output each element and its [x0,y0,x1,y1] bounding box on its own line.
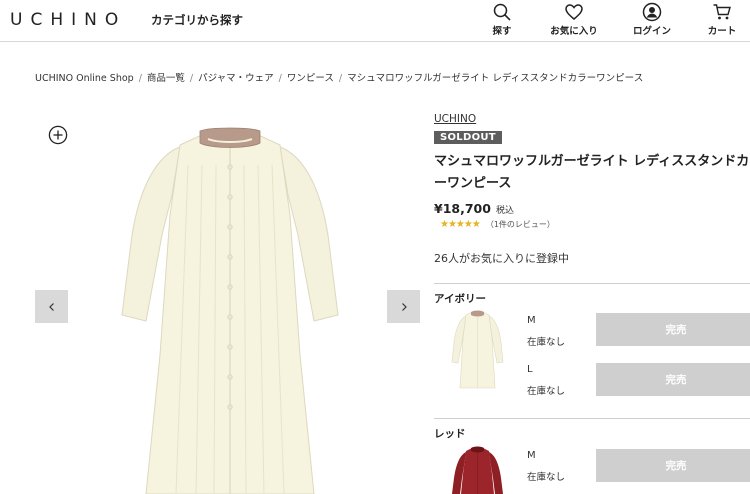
product-price: ¥18,700 [434,201,491,216]
color-name-red: レッド [434,428,466,440]
divider [434,283,750,284]
product-title: マシュマロワッフルガーゼライト レディススタンドカラーワンピース [434,154,750,191]
heart-icon [565,4,583,20]
stock-status: 在庫なし [527,337,566,348]
brand-link[interactable]: UCHINO [434,113,476,125]
zoom-plus-icon[interactable] [48,125,68,145]
color-name-ivory: アイボリー [434,293,486,305]
stock-status: 在庫なし [527,386,566,397]
breadcrumb-separator: / [338,73,343,84]
color-thumbnail-red[interactable] [450,446,505,494]
price-row: ¥18,700 税込 [434,201,514,216]
breadcrumb-item-products[interactable]: 商品一覧 [147,73,185,84]
cart-icon [713,4,731,20]
size-label: M [527,450,536,461]
search-icon [493,3,511,21]
gallery-next-button[interactable] [387,290,420,323]
breadcrumb: UCHINO Online Shop / 商品一覧 / パジャマ・ウェア / ワンピース / マ… [35,70,643,84]
cart-nav-button[interactable]: カート [692,2,750,37]
site-header: UCHINO カテゴリから探す 探す お気に入り ログイン カート [0,0,750,42]
breadcrumb-item-subcategory[interactable]: ワンピース [287,73,334,84]
cart-nav-label: カート [707,26,737,37]
chevron-right-icon [401,302,407,311]
breadcrumb-item-current: マシュマロワッフルガーゼライト レディススタンドカラーワンピース [347,73,644,84]
chevron-left-icon [48,302,54,311]
favorites-nav-button[interactable]: お気に入り [544,2,604,37]
breadcrumb-separator: / [189,73,194,84]
search-nav-button[interactable]: 探す [472,2,532,37]
rating-stars: ★★★★★ [440,219,481,230]
gallery-prev-button[interactable] [35,290,68,323]
login-nav-label: ログイン [632,26,671,37]
soldout-badge: SOLDOUT [434,131,502,144]
favorites-count: 26人がお気に入りに登録中 [434,252,569,265]
rating-row[interactable]: ★★★★★ （1件のレビュー） [440,219,555,230]
stock-status: 在庫なし [527,472,566,483]
breadcrumb-separator: / [138,73,142,84]
breadcrumb-item-category[interactable]: パジャマ・ウェア [198,73,274,84]
review-count[interactable]: （1件のレビュー） [486,219,555,230]
color-thumbnail-ivory[interactable] [450,310,505,390]
product-main-image [121,127,339,494]
size-label: L [527,364,533,375]
category-search-link[interactable]: カテゴリから探す [151,12,243,28]
breadcrumb-item-home[interactable]: UCHINO Online Shop [35,73,134,84]
search-nav-label: 探す [492,26,512,37]
login-nav-button[interactable]: ログイン [622,2,682,37]
user-icon [642,2,662,22]
tax-label: 税込 [495,206,514,216]
soldout-button[interactable]: 完売 [596,313,750,346]
soldout-button[interactable]: 完売 [596,363,750,396]
favorites-nav-label: お気に入り [550,26,598,37]
divider [434,418,750,419]
site-logo[interactable]: UCHINO [10,10,126,30]
breadcrumb-separator: / [278,73,282,84]
soldout-button[interactable]: 完売 [596,449,750,482]
size-label: M [527,315,536,326]
